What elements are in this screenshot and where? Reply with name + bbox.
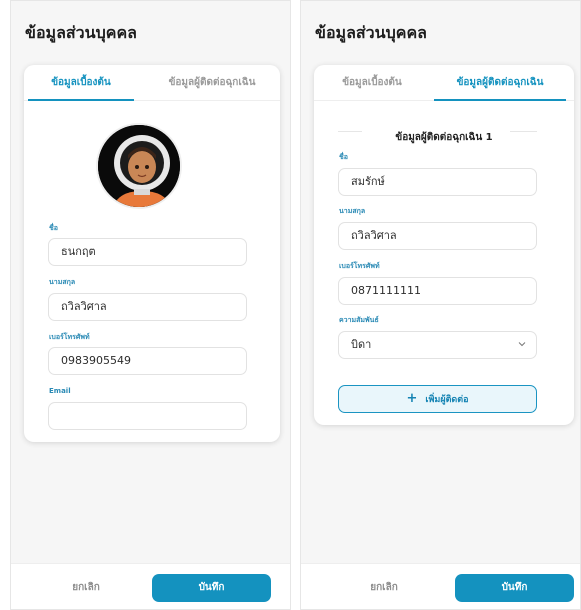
page-title: ข้อมูลส่วนบุคคล	[315, 23, 427, 42]
plus-icon: +	[406, 391, 418, 406]
screen-emergency-contact: ข้อมูลส่วนบุคคล ข้อมูลเบื้องต้น ข้อมูลผู…	[300, 0, 581, 610]
last-name-field[interactable]: ถวิลวิศาล	[338, 222, 537, 250]
tab-basic-info[interactable]: ข้อมูลเบื้องต้น	[28, 65, 134, 101]
tab-bar: ข้อมูลเบื้องต้น ข้อมูลผู้ติดต่อฉุกเฉิน	[314, 65, 574, 101]
first-name-field[interactable]: ธนกฤต	[48, 238, 247, 266]
tab-basic-info[interactable]: ข้อมูลเบื้องต้น	[318, 65, 426, 101]
tab-bar: ข้อมูลเบื้องต้น ข้อมูลผู้ติดต่อฉุกเฉิน	[24, 65, 280, 101]
tab-active-indicator	[28, 99, 134, 101]
chevron-down-icon	[518, 342, 526, 347]
relation-select[interactable]: บิดา	[338, 331, 537, 359]
relation-value: บิดา	[351, 338, 372, 351]
add-contact-label: เพิ่มผู้ติดต่อ	[425, 395, 469, 405]
page-title: ข้อมูลส่วนบุคคล	[25, 23, 137, 42]
section-title-text: ข้อมูลผู้ติดต่อฉุกเฉิน 1	[391, 132, 497, 143]
form-card: ข้อมูลเบื้องต้น ข้อมูลผู้ติดต่อฉุกเฉิน ช…	[24, 65, 280, 442]
last-name-field[interactable]: ถวิลวิศาล	[48, 293, 247, 321]
add-contact-button[interactable]: + เพิ่มผู้ติดต่อ	[338, 385, 537, 413]
avatar[interactable]	[96, 123, 182, 209]
phone-label: เบอร์โทรศัพท์	[339, 262, 380, 270]
footer-bar: ยกเลิก บันทึก	[11, 563, 290, 609]
first-name-label: ชื่อ	[49, 224, 58, 232]
form-card: ข้อมูลเบื้องต้น ข้อมูลผู้ติดต่อฉุกเฉิน ข…	[314, 65, 574, 425]
avatar-photo	[98, 125, 180, 207]
save-button[interactable]: บันทึก	[455, 574, 574, 602]
email-field[interactable]	[48, 402, 247, 430]
save-button[interactable]: บันทึก	[152, 574, 271, 602]
cancel-button[interactable]: ยกเลิก	[51, 576, 121, 600]
tab-active-indicator	[434, 99, 566, 101]
phone-field[interactable]: 0983905549	[48, 347, 247, 375]
tab-emergency-contact[interactable]: ข้อมูลผู้ติดต่อฉุกเฉิน	[434, 65, 566, 101]
phone-label: เบอร์โทรศัพท์	[49, 333, 90, 341]
last-name-label: นามสกุล	[339, 207, 366, 215]
last-name-label: นามสกุล	[49, 278, 76, 286]
phone-field[interactable]: 0871111111	[338, 277, 537, 305]
screen-basic-info: ข้อมูลส่วนบุคคล ข้อมูลเบื้องต้น ข้อมูลผู…	[10, 0, 291, 610]
footer-bar: ยกเลิก บันทึก	[301, 563, 580, 609]
cancel-button[interactable]: ยกเลิก	[349, 576, 419, 600]
first-name-label: ชื่อ	[339, 153, 348, 161]
first-name-field[interactable]: สมรักษ์	[338, 168, 537, 196]
email-label: Email	[49, 387, 71, 395]
section-title: ข้อมูลผู้ติดต่อฉุกเฉิน 1	[314, 125, 574, 145]
tab-emergency-contact[interactable]: ข้อมูลผู้ติดต่อฉุกเฉิน	[148, 65, 276, 101]
relation-label: ความสัมพันธ์	[339, 316, 379, 324]
